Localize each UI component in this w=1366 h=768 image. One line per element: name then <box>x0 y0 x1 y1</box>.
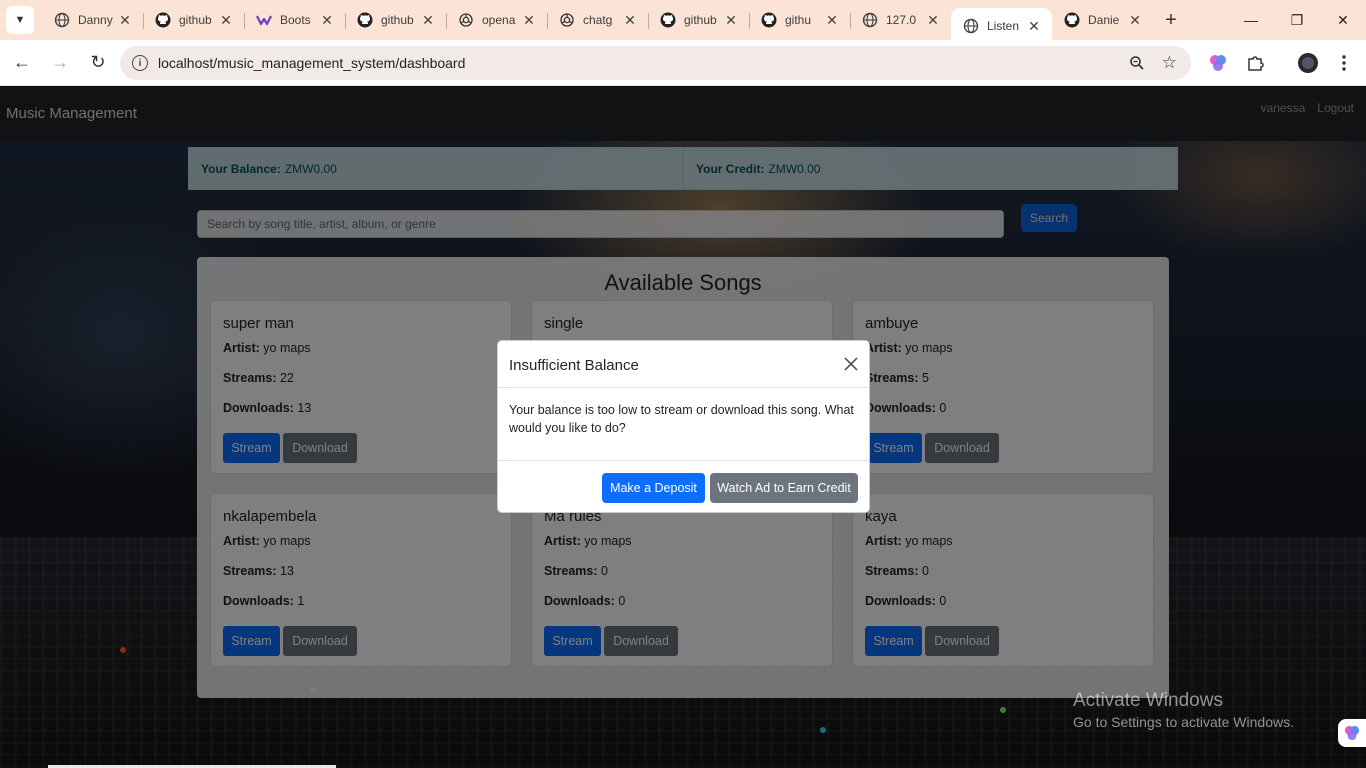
minimize-button[interactable]: — <box>1228 0 1274 40</box>
forward-button[interactable]: → <box>44 47 76 79</box>
openai-icon <box>559 12 575 28</box>
zoom-icon[interactable] <box>1129 55 1145 71</box>
watermark-title: Activate Windows <box>1073 690 1223 711</box>
browser-tab[interactable]: githu ✕ <box>749 4 850 36</box>
bootstrap-icon <box>256 12 272 28</box>
address-url[interactable]: localhost/music_management_system/dashbo… <box>158 55 465 71</box>
new-tab-button[interactable]: + <box>1157 6 1185 34</box>
tab-title: Danny <box>78 13 113 27</box>
page-viewport: Music Management vanessa Logout Your Bal… <box>0 87 1366 768</box>
windows-activation-watermark: Activate Windows Go to Settings to activ… <box>1073 690 1294 730</box>
browser-tab[interactable]: Boots ✕ <box>244 4 345 36</box>
make-deposit-button[interactable]: Make a Deposit <box>602 473 705 503</box>
close-tab-icon[interactable]: ✕ <box>420 12 436 29</box>
github-icon <box>155 12 171 28</box>
browser-tab[interactable]: Danny ✕ <box>42 4 143 36</box>
close-tab-icon[interactable]: ✕ <box>117 12 133 29</box>
close-tab-icon[interactable]: ✕ <box>1127 12 1143 29</box>
tab-title: opena <box>482 13 516 27</box>
tab-list: Danny ✕ github ✕ Boots ✕ github ✕ opena ✕ chatg ✕ gi… <box>42 0 1153 44</box>
tab-title: github <box>179 13 212 27</box>
github-icon <box>660 12 676 28</box>
close-tab-icon[interactable]: ✕ <box>925 12 941 29</box>
modal-footer: Make a Deposit Watch Ad to Earn Credit <box>498 460 869 514</box>
openai-icon <box>458 12 474 28</box>
bookmark-star-icon[interactable]: ☆ <box>1162 53 1177 73</box>
modal-body-text: Your balance is too low to stream or dow… <box>509 403 854 435</box>
close-tab-icon[interactable]: ✕ <box>622 12 638 29</box>
browser-tab[interactable]: Danie ✕ <box>1052 4 1153 36</box>
tab-title: chatg <box>583 13 613 27</box>
close-tab-icon[interactable]: ✕ <box>521 12 537 29</box>
extensions-puzzle-icon[interactable] <box>1244 52 1266 74</box>
tab-title: 127.0 <box>886 13 917 27</box>
address-bar[interactable]: i localhost/music_management_system/dash… <box>120 46 1191 80</box>
tab-title: github <box>684 13 717 27</box>
tab-title: githu <box>785 13 812 27</box>
close-tab-icon[interactable]: ✕ <box>824 12 840 29</box>
modal-title: Insufficient Balance <box>509 357 639 374</box>
browser-tab[interactable]: Listen ✕ <box>951 8 1052 44</box>
restore-button[interactable]: ❐ <box>1274 0 1320 40</box>
window-controls: — ❐ ✕ <box>1228 0 1366 40</box>
github-icon <box>761 12 777 28</box>
browser-tab[interactable]: 127.0 ✕ <box>850 4 951 36</box>
browser-toolbar: ← → ↻ i localhost/music_management_syste… <box>0 40 1366 86</box>
browser-tab[interactable]: github ✕ <box>143 4 244 36</box>
browser-tab[interactable]: chatg ✕ <box>547 4 648 36</box>
github-icon <box>1064 12 1080 28</box>
copilot-extension-icon[interactable] <box>1207 52 1229 74</box>
browser-tabstrip: ▼ Danny ✕ github ✕ Boots ✕ github ✕ opena ✕ chatg ✕… <box>0 0 1366 44</box>
browser-tab[interactable]: github ✕ <box>345 4 446 36</box>
close-tab-icon[interactable]: ✕ <box>723 12 739 29</box>
reload-button[interactable]: ↻ <box>82 47 114 79</box>
close-icon[interactable] <box>843 356 859 372</box>
close-tab-icon[interactable]: ✕ <box>1026 18 1042 35</box>
watch-ad-button[interactable]: Watch Ad to Earn Credit <box>710 473 858 503</box>
tab-title: Danie <box>1088 13 1120 27</box>
globe-icon <box>963 18 979 34</box>
browser-tab[interactable]: opena ✕ <box>446 4 547 36</box>
modal-header: Insufficient Balance <box>498 341 869 388</box>
globe-icon <box>862 12 878 28</box>
site-info-icon[interactable]: i <box>132 55 148 71</box>
profile-avatar[interactable] <box>1297 52 1319 74</box>
tab-title: Listen <box>987 19 1020 33</box>
globe-icon <box>54 12 70 28</box>
tab-title: Boots <box>280 13 311 27</box>
insufficient-balance-modal: Insufficient Balance Your balance is too… <box>497 340 870 513</box>
browser-menu-icon[interactable] <box>1333 52 1355 74</box>
github-icon <box>357 12 373 28</box>
tab-title: github <box>381 13 414 27</box>
back-button[interactable]: ← <box>6 47 38 79</box>
close-window-button[interactable]: ✕ <box>1320 0 1366 40</box>
tab-search-menu-button[interactable]: ▼ <box>6 6 34 34</box>
browser-tab[interactable]: github ✕ <box>648 4 749 36</box>
close-tab-icon[interactable]: ✕ <box>319 12 335 29</box>
copilot-sidebar-icon[interactable] <box>1338 719 1366 747</box>
watermark-subtitle: Go to Settings to activate Windows. <box>1073 714 1294 730</box>
close-tab-icon[interactable]: ✕ <box>218 12 234 29</box>
